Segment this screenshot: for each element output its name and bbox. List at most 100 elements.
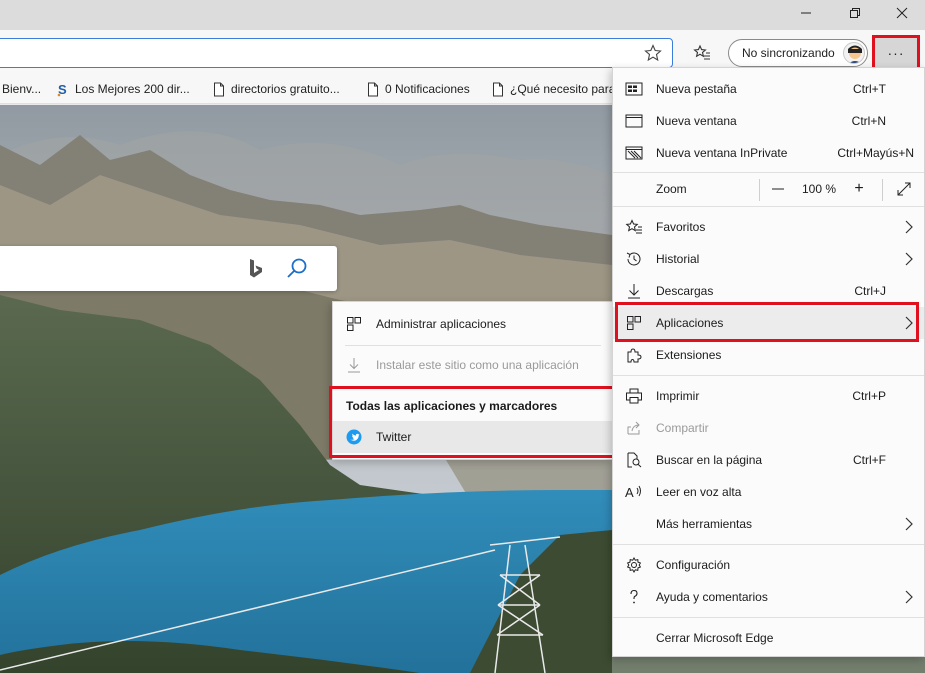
s-site-icon: S [57,82,67,97]
install-site-label: Instalar este sitio como una aplicación [376,358,579,372]
menu-item-more-tools[interactable]: Más herramientas [613,508,924,540]
menu-item-label: Ayuda y comentarios [656,590,768,604]
zoom-out-button[interactable] [770,173,786,205]
address-bar[interactable] [0,38,673,68]
minimize-button[interactable] [783,0,829,26]
bookmark-label: Bienv... [2,82,42,96]
minus-icon [772,188,784,190]
twitter-label: Twitter [376,430,412,444]
favorites-icon [625,219,643,235]
bookmark-item[interactable]: ¿Qué necesito para [492,80,615,98]
new-window-icon [625,113,643,129]
download-install-icon [345,357,363,373]
menu-item-close-edge[interactable]: Cerrar Microsoft Edge [613,622,924,654]
menu-item-label: Nueva ventana [656,114,737,128]
chevron-right-icon [905,590,913,604]
title-bar [0,0,925,30]
twitter-app-item[interactable]: Twitter [333,421,612,453]
chevron-right-icon [905,220,913,234]
history-icon [625,251,643,267]
zoom-divider [882,179,883,201]
zoom-divider [759,179,760,201]
chevron-right-icon [905,316,913,330]
chevron-right-icon [905,517,913,531]
twitter-icon [345,429,363,445]
menu-item-favorites[interactable]: Favoritos [613,211,924,243]
menu-item-help[interactable]: Ayuda y comentarios [613,581,924,613]
add-favorite-star-icon[interactable] [644,44,662,62]
restore-button[interactable] [832,0,878,26]
menu-item-zoom: Zoom 100 % + [613,173,924,205]
download-icon [625,283,643,299]
inprivate-window-icon [625,145,643,161]
menu-item-label: Extensiones [656,348,722,362]
menu-item-label: Cerrar Microsoft Edge [656,631,774,645]
settings-and-more-menu: Nueva pestaña Ctrl+T Nueva ventana Ctrl+… [612,67,925,657]
find-in-page-icon [625,452,643,468]
fullscreen-button[interactable] [895,173,913,205]
apps-icon [625,315,643,331]
menu-item-label: Descargas [656,284,714,298]
menu-item-new-window[interactable]: Nueva ventana Ctrl+N [613,105,924,137]
menu-item-read-aloud[interactable]: A Leer en voz alta [613,476,924,508]
shortcut-label: Ctrl+N [851,114,886,128]
chevron-right-icon [905,252,913,266]
restore-icon [850,8,860,18]
bookmark-item[interactable]: S Los Mejores 200 dir... [57,80,190,98]
page-icon [493,82,503,96]
share-icon [625,420,643,436]
bookmark-item[interactable]: Bienv... [2,80,41,98]
favorites-list-icon [693,44,710,60]
menu-item-print[interactable]: Imprimir Ctrl+P [613,380,924,412]
search-icon[interactable] [286,257,308,279]
favorites-button[interactable] [690,41,714,65]
menu-item-new-inprivate[interactable]: Nueva ventana InPrivate Ctrl+Mayús+N [613,137,924,169]
all-apps-section-title: Todas las aplicaciones y marcadores [346,399,558,413]
manage-apps-item[interactable]: Administrar aplicaciones [333,308,612,340]
menu-item-settings[interactable]: Configuración [613,549,924,581]
menu-item-extensions[interactable]: Extensiones [613,339,924,371]
bookmark-label: 0 Notificaciones [385,82,470,96]
menu-item-apps[interactable]: Aplicaciones [613,307,924,339]
question-mark-icon [625,589,643,605]
menu-item-new-tab[interactable]: Nueva pestaña Ctrl+T [613,73,924,105]
menu-item-label: Nueva pestaña [656,82,737,96]
shortcut-label: Ctrl+F [853,453,886,467]
all-apps-section-header: Todas las aplicaciones y marcadores [333,390,612,422]
menu-item-find[interactable]: Buscar en la página Ctrl+F [613,444,924,476]
svg-text:A: A [625,485,634,500]
shortcut-label: Ctrl+P [852,389,886,403]
bookmark-label: ¿Qué necesito para [510,82,616,96]
menu-item-label: Compartir [656,421,709,435]
puzzle-extensions-icon [625,347,643,363]
zoom-in-button[interactable]: + [851,173,867,205]
new-tab-icon [625,81,643,97]
bookmark-item[interactable]: directorios gratuito... [213,80,340,98]
web-search-box[interactable] [0,246,337,291]
page-icon [368,82,378,96]
profile-status-label: No sincronizando [742,46,835,60]
bookmark-label: directorios gratuito... [231,82,340,96]
submenu-divider [345,345,601,346]
settings-and-more-button[interactable]: ··· [872,35,920,71]
submenu-divider [345,386,601,387]
apps-grid-icon [345,316,363,332]
menu-item-history[interactable]: Historial [613,243,924,275]
printer-icon [625,388,643,404]
close-window-button[interactable] [879,0,925,26]
menu-divider [613,544,924,545]
avatar [843,42,865,64]
profile-button[interactable]: No sincronizando [728,39,868,67]
menu-item-label: Más herramientas [656,517,753,531]
menu-item-label: Configuración [656,558,731,572]
apps-submenu: Administrar aplicaciones Instalar este s… [332,301,613,460]
manage-apps-label: Administrar aplicaciones [376,317,507,331]
install-site-item: Instalar este sitio como una aplicación [333,349,612,381]
menu-divider [613,375,924,376]
menu-item-downloads[interactable]: Descargas Ctrl+J [613,275,924,307]
bookmark-label: Los Mejores 200 dir... [75,82,190,96]
menu-item-label: Buscar en la página [656,453,763,467]
menu-item-label: Imprimir [656,389,700,403]
bookmark-item[interactable]: 0 Notificaciones [367,80,470,98]
gear-icon [625,557,643,573]
